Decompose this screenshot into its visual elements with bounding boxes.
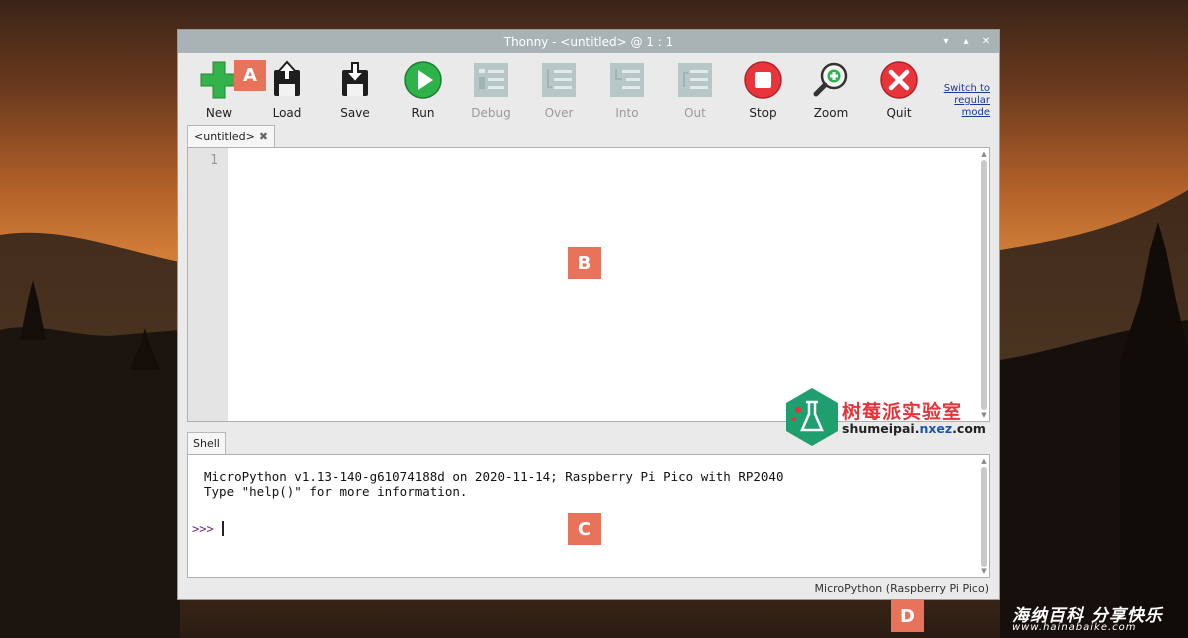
watermark-url-part2: nxez: [919, 421, 953, 436]
load-floppy-icon: [267, 60, 307, 100]
zoom-icon: [811, 60, 851, 100]
hainabaike-watermark-url: www.hainabaike.com: [1012, 622, 1137, 633]
shell-banner-line: MicroPython v1.13-140-g61074188d on 2020…: [204, 469, 784, 484]
shell-scroll-down-icon[interactable]: ▼: [980, 567, 988, 575]
toolbar: New Load Save Run Debug Over Into Out St…: [178, 54, 999, 124]
stop-label: Stop: [749, 106, 777, 120]
shell-prompt: >>>: [192, 522, 214, 536]
shell-scrollbar[interactable]: [981, 467, 987, 567]
editor-tab-label: <untitled>: [194, 130, 255, 143]
line-number-gutter: 1: [188, 148, 228, 421]
close-tab-icon[interactable]: ✖: [259, 130, 268, 143]
step-into-icon: [607, 60, 647, 100]
step-over-icon: [539, 60, 579, 100]
zoom-label: Zoom: [813, 106, 849, 120]
step-out-icon: [675, 60, 715, 100]
run-play-icon: [403, 60, 443, 100]
close-icon[interactable]: ✕: [979, 32, 993, 50]
quit-label: Quit: [886, 106, 912, 120]
step-into-label: Into: [615, 106, 639, 120]
stop-icon: [743, 60, 783, 100]
quit-button[interactable]: Quit: [869, 58, 929, 120]
debug-button[interactable]: Debug: [461, 58, 521, 120]
step-over-label: Over: [544, 106, 574, 120]
load-label: Load: [272, 106, 302, 120]
debug-icon: [471, 60, 511, 100]
shell-tab[interactable]: Shell: [187, 432, 226, 454]
switch-mode-line1: Switch to: [943, 83, 990, 94]
step-out-button[interactable]: Out: [665, 58, 725, 120]
code-editor[interactable]: 1 ▲ ▼: [187, 147, 990, 422]
watermark-title: 树莓派实验室: [842, 401, 963, 423]
editor-scrollbar[interactable]: [981, 160, 987, 410]
minimize-icon[interactable]: ▾: [939, 32, 953, 50]
shell-scroll-up-icon[interactable]: ▲: [980, 457, 988, 465]
quit-icon: [879, 60, 919, 100]
save-button[interactable]: Save: [325, 58, 385, 120]
annotation-marker-d: D: [891, 600, 924, 632]
step-over-button[interactable]: Over: [529, 58, 589, 120]
new-plus-icon: [199, 60, 239, 100]
switch-mode-line3: mode: [961, 107, 990, 118]
shell-help-line: Type "help()" for more information.: [204, 484, 468, 499]
new-label: New: [205, 106, 233, 120]
save-label: Save: [340, 106, 370, 120]
scroll-up-icon[interactable]: ▲: [980, 150, 988, 158]
zoom-button[interactable]: Zoom: [801, 58, 861, 120]
watermark-url: shumeipai.nxez.com: [842, 421, 986, 436]
stop-button[interactable]: Stop: [733, 58, 793, 120]
step-into-button[interactable]: Into: [597, 58, 657, 120]
switch-mode-line2: regular: [954, 95, 990, 106]
window-controls: ▾ ▴ ✕: [939, 32, 993, 50]
run-button[interactable]: Run: [393, 58, 453, 120]
debug-label: Debug: [471, 106, 511, 120]
line-number: 1: [210, 153, 218, 168]
text-cursor: [222, 521, 224, 536]
annotation-marker-c: C: [568, 513, 601, 545]
title-bar: Thonny - <untitled> @ 1 : 1 ▾ ▴ ✕: [178, 30, 999, 53]
annotation-marker-b: B: [568, 247, 601, 279]
interpreter-status[interactable]: MicroPython (Raspberry Pi Pico): [815, 582, 989, 595]
watermark-url-part3: .com: [952, 421, 986, 436]
maximize-icon[interactable]: ▴: [959, 32, 973, 50]
shell-tab-label: Shell: [193, 437, 220, 450]
run-label: Run: [411, 106, 435, 120]
annotation-marker-a: A: [234, 60, 266, 91]
window-title: Thonny - <untitled> @ 1 : 1: [503, 34, 674, 49]
load-button[interactable]: Load: [257, 58, 317, 120]
watermark-url-part1: shumeipai.: [842, 421, 920, 436]
editor-tab[interactable]: <untitled> ✖: [187, 125, 276, 147]
step-out-label: Out: [684, 106, 706, 120]
switch-mode-link[interactable]: Switch to regular mode: [930, 83, 990, 119]
save-floppy-icon: [335, 60, 375, 100]
